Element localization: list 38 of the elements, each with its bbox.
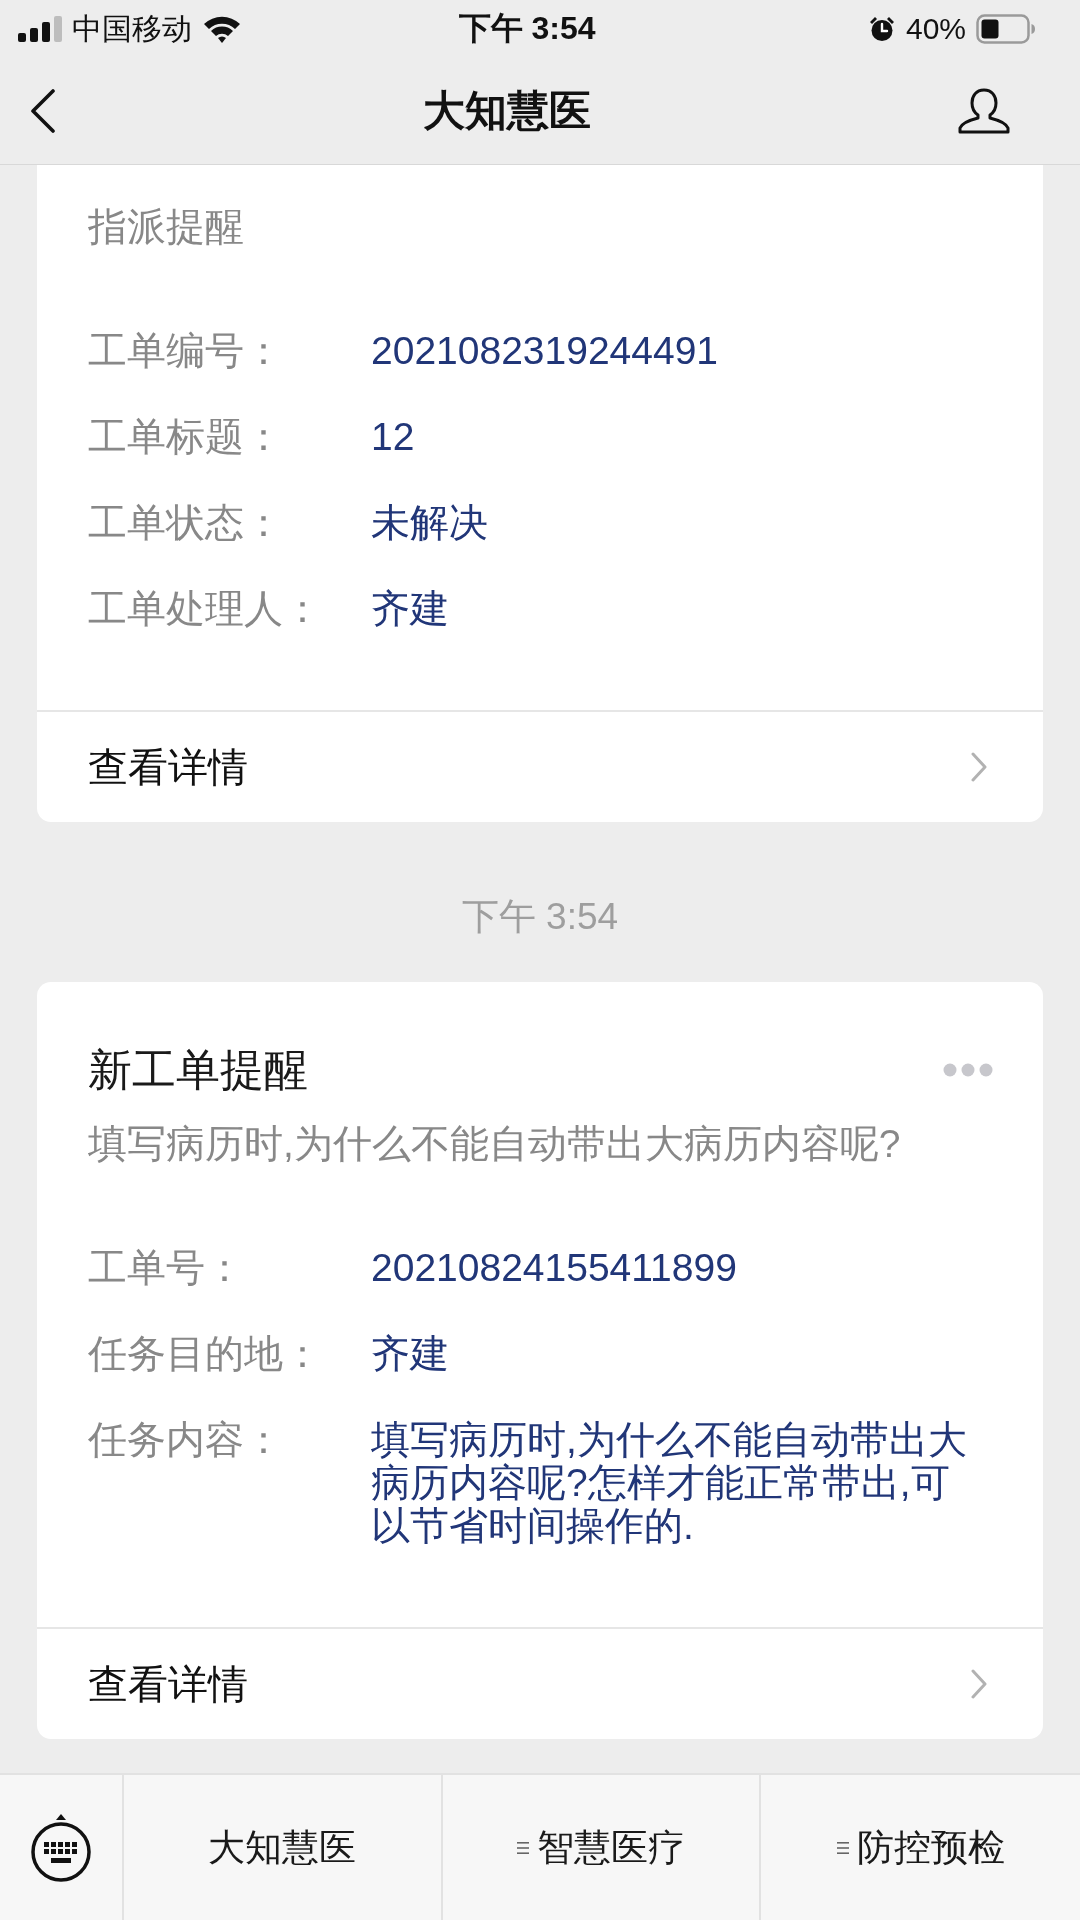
field-label: 工单标题： xyxy=(88,415,284,458)
field-value: 齐建 xyxy=(371,1332,450,1375)
timestamp: 下午 3:54 xyxy=(461,895,619,939)
card-title: 新工单提醒 xyxy=(88,1044,308,1096)
wifi-icon xyxy=(202,14,242,44)
back-button[interactable] xyxy=(30,89,56,133)
battery-icon xyxy=(976,14,1036,44)
keyboard-icon xyxy=(30,1812,92,1883)
field-value: 未解决 xyxy=(371,501,489,544)
view-details-link[interactable]: 查看详情 xyxy=(37,710,1043,822)
field-label: 任务内容： xyxy=(88,1418,284,1461)
field-label: 工单号： xyxy=(88,1246,245,1289)
menu-tab[interactable]: 智慧医疗 xyxy=(442,1775,762,1920)
field-value: 齐建 xyxy=(371,587,450,630)
chevron-right-icon xyxy=(971,1669,987,1699)
field-label: 工单处理人： xyxy=(88,587,323,630)
battery-percent: 40% xyxy=(905,12,966,46)
field-label: 任务目的地： xyxy=(88,1332,323,1375)
field-value: 填写病历时,为什么不能自动带出大病历内容呢?怎样才能正常带出,可以节省时间操作的. xyxy=(371,1418,968,1547)
field-value: 2021082319244491 xyxy=(371,329,720,372)
profile-button[interactable] xyxy=(958,88,1010,134)
signal-icon xyxy=(18,16,62,42)
page-title: 大知慧医 xyxy=(423,86,591,136)
chevron-right-icon xyxy=(971,752,987,782)
back-icon xyxy=(30,89,56,133)
card-subtitle: 填写病历时,为什么不能自动带出大病历内容呢? xyxy=(87,1121,902,1167)
person-icon xyxy=(958,88,1010,134)
menu-tab[interactable]: 大知慧医 xyxy=(124,1775,443,1920)
card-subtitle: 指派提醒 xyxy=(87,204,245,250)
field-label: 工单编号： xyxy=(88,329,284,372)
view-details-link[interactable]: 查看详情 xyxy=(37,1627,1043,1739)
status-time: 下午 3:54 xyxy=(458,9,596,48)
menu-tab[interactable]: 防控预检 xyxy=(761,1775,1080,1920)
field-value: 12 xyxy=(371,415,416,458)
field-label: 工单状态： xyxy=(88,501,284,544)
field-value: 20210824155411899 xyxy=(371,1246,738,1289)
carrier-name: 中国移动 xyxy=(72,10,192,47)
keyboard-toggle-button[interactable] xyxy=(30,1812,92,1883)
